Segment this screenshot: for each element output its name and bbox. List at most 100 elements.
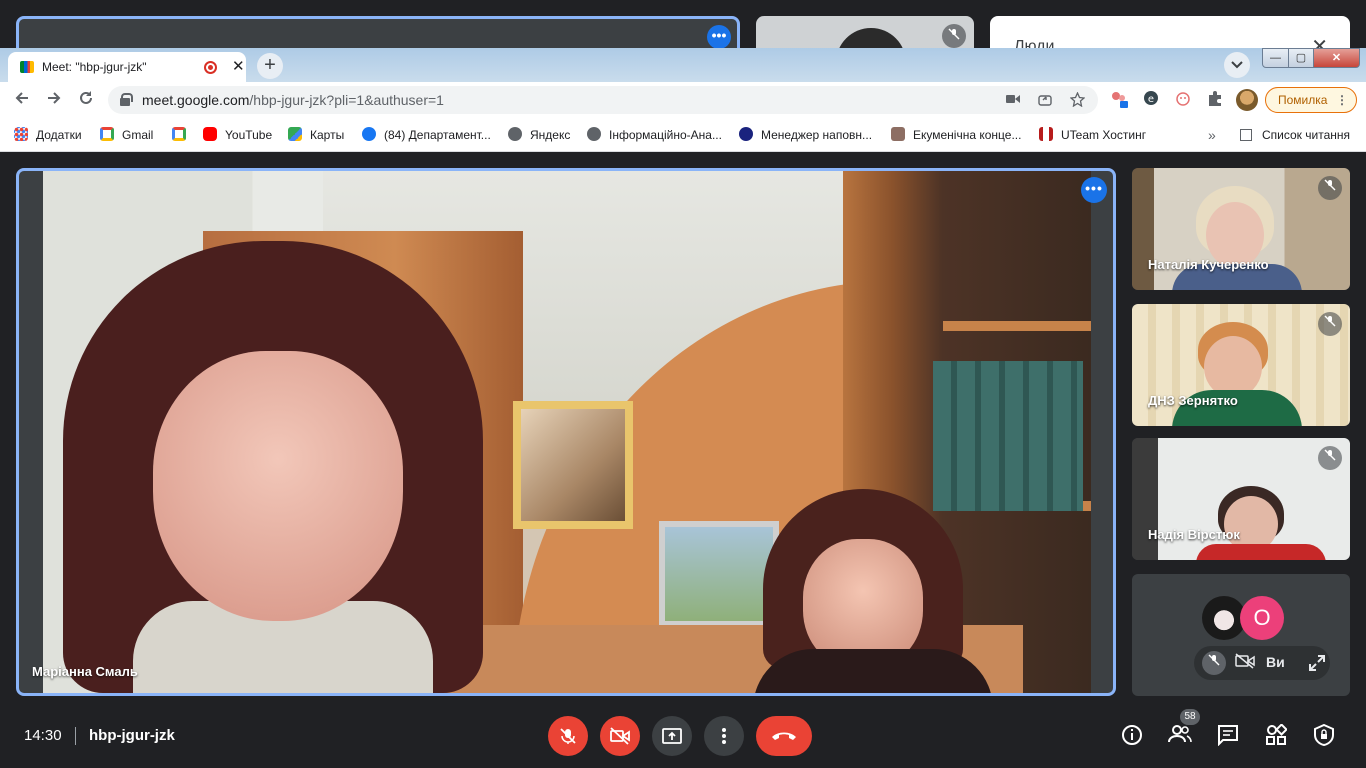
participant-name: ДНЗ Зернятко (1148, 393, 1238, 408)
new-tab-button[interactable]: + (257, 53, 283, 79)
background-more-options-icon[interactable]: ••• (707, 25, 731, 49)
minimize-button[interactable]: — (1262, 48, 1289, 68)
present-screen-icon (662, 727, 682, 744)
divider (75, 727, 76, 745)
leave-call-button[interactable] (756, 716, 812, 756)
extension-e-icon[interactable]: e (1142, 90, 1160, 108)
tab-meet[interactable]: Meet: "hbp-jgur-jzk" ✕ (8, 52, 246, 82)
expand-icon[interactable] (1308, 654, 1326, 677)
close-window-button[interactable]: ✕ (1313, 48, 1360, 68)
framed-picture (513, 401, 633, 529)
site-icon (739, 127, 753, 141)
extensions-puzzle-icon[interactable] (1206, 90, 1224, 108)
forward-arrow-icon[interactable] (42, 88, 66, 112)
more-vert-icon[interactable]: ⋮ (1336, 88, 1348, 112)
globe-icon (508, 127, 522, 141)
extension-icon[interactable] (1110, 90, 1128, 108)
bookmark-yandex[interactable]: Яндекс (508, 125, 570, 145)
error-button[interactable]: Помилка ⋮ (1265, 87, 1357, 113)
mic-off-icon (1318, 312, 1342, 336)
participant-video-speaker (43, 241, 503, 693)
background-mic-off-icon (942, 24, 966, 48)
hang-up-icon (772, 732, 796, 740)
facebook-icon (362, 127, 376, 141)
ut-icon (1039, 127, 1053, 141)
chat-icon[interactable] (1215, 724, 1241, 750)
meeting-details-icon[interactable] (1119, 724, 1145, 750)
globe-icon (587, 127, 601, 141)
bookmark-facebook[interactable]: (84) Департамент... (362, 125, 491, 145)
activities-icon[interactable] (1263, 723, 1289, 750)
tab-strip: Meet: "hbp-jgur-jzk" ✕ + — ▢ ✕ (0, 48, 1366, 82)
mic-off-icon (1318, 446, 1342, 470)
self-label: Ви (1266, 654, 1285, 670)
people-icon[interactable] (1167, 724, 1193, 750)
meeting-time: 14:30 (24, 727, 62, 744)
participants-count-badge: 58 (1180, 709, 1200, 725)
participant-tile[interactable]: Надія Вірстюк (1132, 438, 1350, 560)
reload-icon[interactable] (74, 88, 98, 112)
browser-window: Meet: "hbp-jgur-jzk" ✕ + — ▢ ✕ meet.goog… (0, 48, 1366, 152)
bookmark-info-analytics[interactable]: Інформаційно-Ана... (587, 125, 722, 145)
youtube-icon (203, 127, 217, 141)
participant-tile[interactable]: Наталія Кучеренко (1132, 168, 1350, 290)
svg-text:e: e (1148, 94, 1154, 105)
participant-name: Наталія Кучеренко (1148, 257, 1269, 272)
more-options-button[interactable] (704, 716, 744, 756)
mic-toggle-button[interactable] (548, 716, 588, 756)
self-camera-off-icon[interactable] (1234, 653, 1256, 673)
tab-close-icon[interactable]: ✕ (232, 57, 245, 75)
mic-off-icon (1318, 176, 1342, 200)
bookmark-gmail-2[interactable] (172, 125, 194, 145)
back-arrow-icon[interactable] (10, 88, 34, 112)
camera-in-use-icon[interactable] (1006, 92, 1020, 108)
maps-icon (288, 127, 302, 141)
google-meet-icon (20, 61, 34, 73)
more-vert-icon (722, 727, 726, 744)
participant-tile[interactable]: ДНЗ Зернятко (1132, 304, 1350, 426)
reading-list-icon (1240, 129, 1252, 141)
bookmark-ecumenical[interactable]: Екуменічна конце... (891, 125, 1021, 145)
lock-icon[interactable] (120, 93, 133, 106)
bookmarks-bar: Додатки Gmail YouTube Карты (84) Департа… (0, 118, 1366, 152)
tab-title: Meet: "hbp-jgur-jzk" (42, 60, 147, 74)
browser-toolbar: meet.google.com/hbp-jgur-jzk?pli=1&authu… (0, 82, 1366, 118)
maximize-button[interactable]: ▢ (1288, 48, 1314, 68)
address-bar[interactable]: meet.google.com/hbp-jgur-jzk?pli=1&authu… (108, 86, 1098, 114)
profile-avatar[interactable] (1236, 89, 1258, 111)
gmail-icon (100, 127, 114, 141)
main-video (43, 171, 1091, 693)
self-mic-off-icon[interactable] (1202, 651, 1226, 675)
host-controls-icon[interactable] (1311, 723, 1337, 750)
meeting-code: hbp-jgur-jzk (89, 727, 175, 744)
url-text[interactable]: meet.google.com/hbp-jgur-jzk?pli=1&authu… (142, 92, 444, 108)
framed-photo (659, 521, 779, 627)
main-tile-participant-name: Маріанна Смаль (32, 664, 138, 679)
bookmark-uteam[interactable]: UTeam Хостинг (1039, 125, 1146, 145)
bookmark-gmail[interactable]: Gmail (100, 125, 153, 145)
participant-video-second-person (753, 489, 1023, 693)
share-icon[interactable] (1038, 92, 1052, 109)
main-speaker-tile[interactable]: ••• Маріанна Смаль (16, 168, 1116, 696)
self-avatar-letter: О (1240, 596, 1284, 640)
bookmark-maps[interactable]: Карты (288, 125, 344, 145)
camera-toggle-button[interactable] (600, 716, 640, 756)
extension-face-icon[interactable] (1174, 90, 1192, 108)
bookmark-apps[interactable]: Додатки (14, 125, 82, 145)
mic-off-icon (560, 728, 576, 744)
bookmark-star-icon[interactable] (1069, 91, 1086, 110)
participant-name: Надія Вірстюк (1148, 527, 1240, 542)
self-tile[interactable]: О Ви (1132, 574, 1350, 696)
bookmarks-overflow-icon[interactable]: » (1208, 125, 1216, 145)
more-options-icon[interactable]: ••• (1081, 177, 1107, 203)
tab-search-button[interactable] (1224, 52, 1250, 78)
bookmark-youtube[interactable]: YouTube (203, 125, 272, 145)
gmail-icon (172, 127, 186, 141)
camera-off-icon (610, 727, 630, 745)
bookmark-content-manager[interactable]: Менеджер наповн... (739, 125, 872, 145)
present-screen-button[interactable] (652, 716, 692, 756)
reading-list-button[interactable]: Список читання (1240, 125, 1350, 145)
site-icon (891, 127, 905, 141)
recording-indicator-icon (204, 61, 217, 74)
apps-grid-icon (14, 127, 28, 141)
